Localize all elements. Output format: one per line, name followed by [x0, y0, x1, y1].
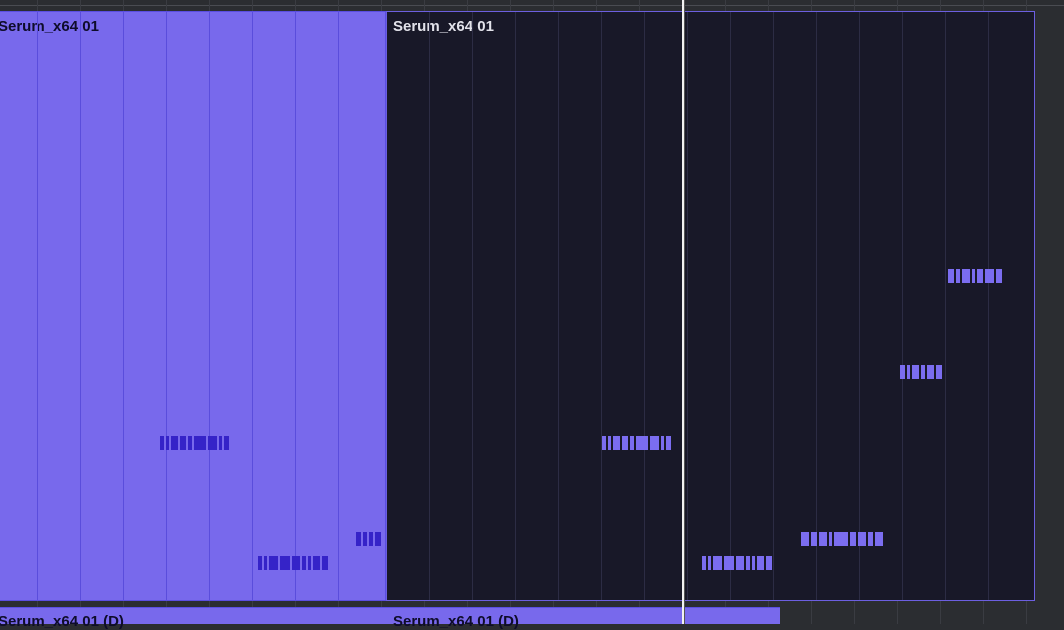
midi-note[interactable] [811, 532, 817, 546]
midi-note[interactable] [208, 436, 217, 450]
midi-note[interactable] [630, 436, 634, 450]
beat-line [816, 12, 817, 600]
midi-note[interactable] [602, 436, 606, 450]
midi-note[interactable] [912, 365, 919, 379]
midi-note[interactable] [219, 436, 222, 450]
midi-note[interactable] [363, 532, 367, 546]
midi-note[interactable] [708, 556, 711, 570]
midi-note[interactable] [829, 532, 832, 546]
midi-note[interactable] [369, 532, 373, 546]
beat-line [773, 12, 774, 600]
midi-note[interactable] [622, 436, 628, 450]
midi-note[interactable] [375, 532, 381, 546]
midi-note[interactable] [280, 556, 290, 570]
midi-note[interactable] [977, 269, 983, 283]
midi-note[interactable] [907, 365, 910, 379]
beat-line [558, 12, 559, 600]
beat-line [644, 12, 645, 600]
beat-line [515, 12, 516, 600]
midi-note[interactable] [757, 556, 764, 570]
midi-note[interactable] [956, 269, 960, 283]
midi-note[interactable] [180, 436, 186, 450]
midi-note[interactable] [921, 365, 925, 379]
clip-title: Serum_x64 01 (D) [393, 613, 519, 630]
midi-note[interactable] [292, 556, 300, 570]
beat-line [859, 12, 860, 600]
midi-clip[interactable]: Serum_x64 01 [386, 11, 1035, 601]
midi-note[interactable] [868, 532, 873, 546]
midi-note[interactable] [608, 436, 611, 450]
midi-note[interactable] [613, 436, 620, 450]
beat-line [730, 12, 731, 600]
midi-note[interactable] [724, 556, 734, 570]
midi-note[interactable] [666, 436, 671, 450]
clip-title: Serum_x64 01 (D) [0, 613, 124, 630]
midi-note[interactable] [308, 556, 311, 570]
midi-note[interactable] [166, 436, 169, 450]
midi-note[interactable] [302, 556, 306, 570]
beat-line [209, 12, 210, 600]
clip-title: Serum_x64 01 [0, 18, 99, 35]
midi-note[interactable] [194, 436, 206, 450]
midi-note[interactable] [875, 532, 883, 546]
midi-note[interactable] [356, 532, 361, 546]
midi-note[interactable] [985, 269, 994, 283]
beat-line [902, 12, 903, 600]
beat-line [123, 12, 124, 600]
beat-line [295, 12, 296, 600]
midi-note[interactable] [736, 556, 744, 570]
lower-track-clip-selected[interactable]: Serum_x64 01 (D) [0, 607, 386, 630]
midi-note[interactable] [819, 532, 827, 546]
beat-line [80, 12, 81, 600]
midi-note[interactable] [224, 436, 229, 450]
midi-note[interactable] [269, 556, 278, 570]
midi-note[interactable] [264, 556, 267, 570]
midi-note[interactable] [322, 556, 328, 570]
midi-note[interactable] [650, 436, 659, 450]
midi-note[interactable] [188, 436, 192, 450]
midi-note[interactable] [661, 436, 664, 450]
midi-note[interactable] [850, 532, 856, 546]
midi-note[interactable] [900, 365, 905, 379]
midi-note[interactable] [972, 269, 975, 283]
beat-line [945, 12, 946, 600]
playhead-shadow [684, 0, 685, 624]
midi-note[interactable] [171, 436, 178, 450]
lower-track-clip[interactable]: Serum_x64 01 (D) [386, 607, 780, 630]
clip-title: Serum_x64 01 [393, 18, 494, 35]
midi-note[interactable] [702, 556, 706, 570]
midi-note[interactable] [636, 436, 648, 450]
midi-note[interactable] [962, 269, 970, 283]
beat-line [988, 12, 989, 600]
midi-note[interactable] [858, 532, 866, 546]
midi-note[interactable] [160, 436, 164, 450]
beat-line [252, 12, 253, 600]
midi-note[interactable] [258, 556, 262, 570]
midi-note[interactable] [834, 532, 848, 546]
beat-line [338, 12, 339, 600]
midi-note[interactable] [713, 556, 722, 570]
beat-line [429, 12, 430, 600]
midi-note[interactable] [948, 269, 954, 283]
beat-line [601, 12, 602, 600]
midi-note[interactable] [927, 365, 934, 379]
beat-line [687, 12, 688, 600]
beat-line [472, 12, 473, 600]
midi-note[interactable] [766, 556, 772, 570]
midi-note[interactable] [996, 269, 1002, 283]
beat-line [37, 12, 38, 600]
midi-note[interactable] [752, 556, 755, 570]
midi-clip-selected[interactable]: Serum_x64 01 [0, 11, 386, 601]
midi-note[interactable] [746, 556, 750, 570]
midi-note[interactable] [936, 365, 942, 379]
midi-note[interactable] [313, 556, 320, 570]
midi-note[interactable] [801, 532, 809, 546]
beat-line [166, 12, 167, 600]
